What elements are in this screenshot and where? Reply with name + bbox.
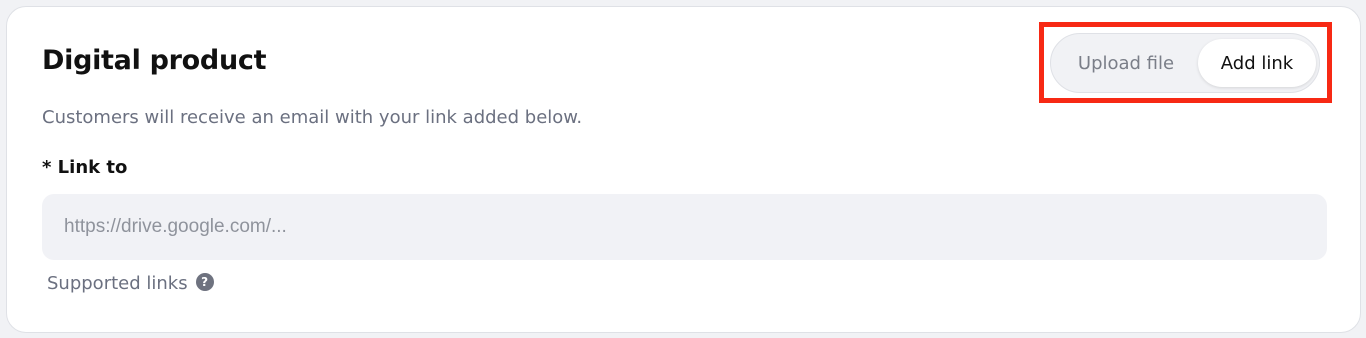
link-to-label: * Link to [42, 157, 128, 178]
help-icon[interactable]: ? [195, 272, 214, 291]
link-url-input[interactable] [42, 194, 1327, 260]
section-description: Customers will receive an email with you… [42, 107, 583, 128]
supported-links-toggle[interactable]: Supported links ? [47, 272, 214, 294]
add-link-option[interactable]: Add link [1198, 39, 1316, 87]
upload-mode-toggle: Upload file Add link [1050, 33, 1320, 93]
supported-links-label: Supported links [47, 273, 188, 294]
section-title: Digital product [42, 45, 267, 76]
upload-file-option[interactable]: Upload file [1057, 39, 1195, 87]
